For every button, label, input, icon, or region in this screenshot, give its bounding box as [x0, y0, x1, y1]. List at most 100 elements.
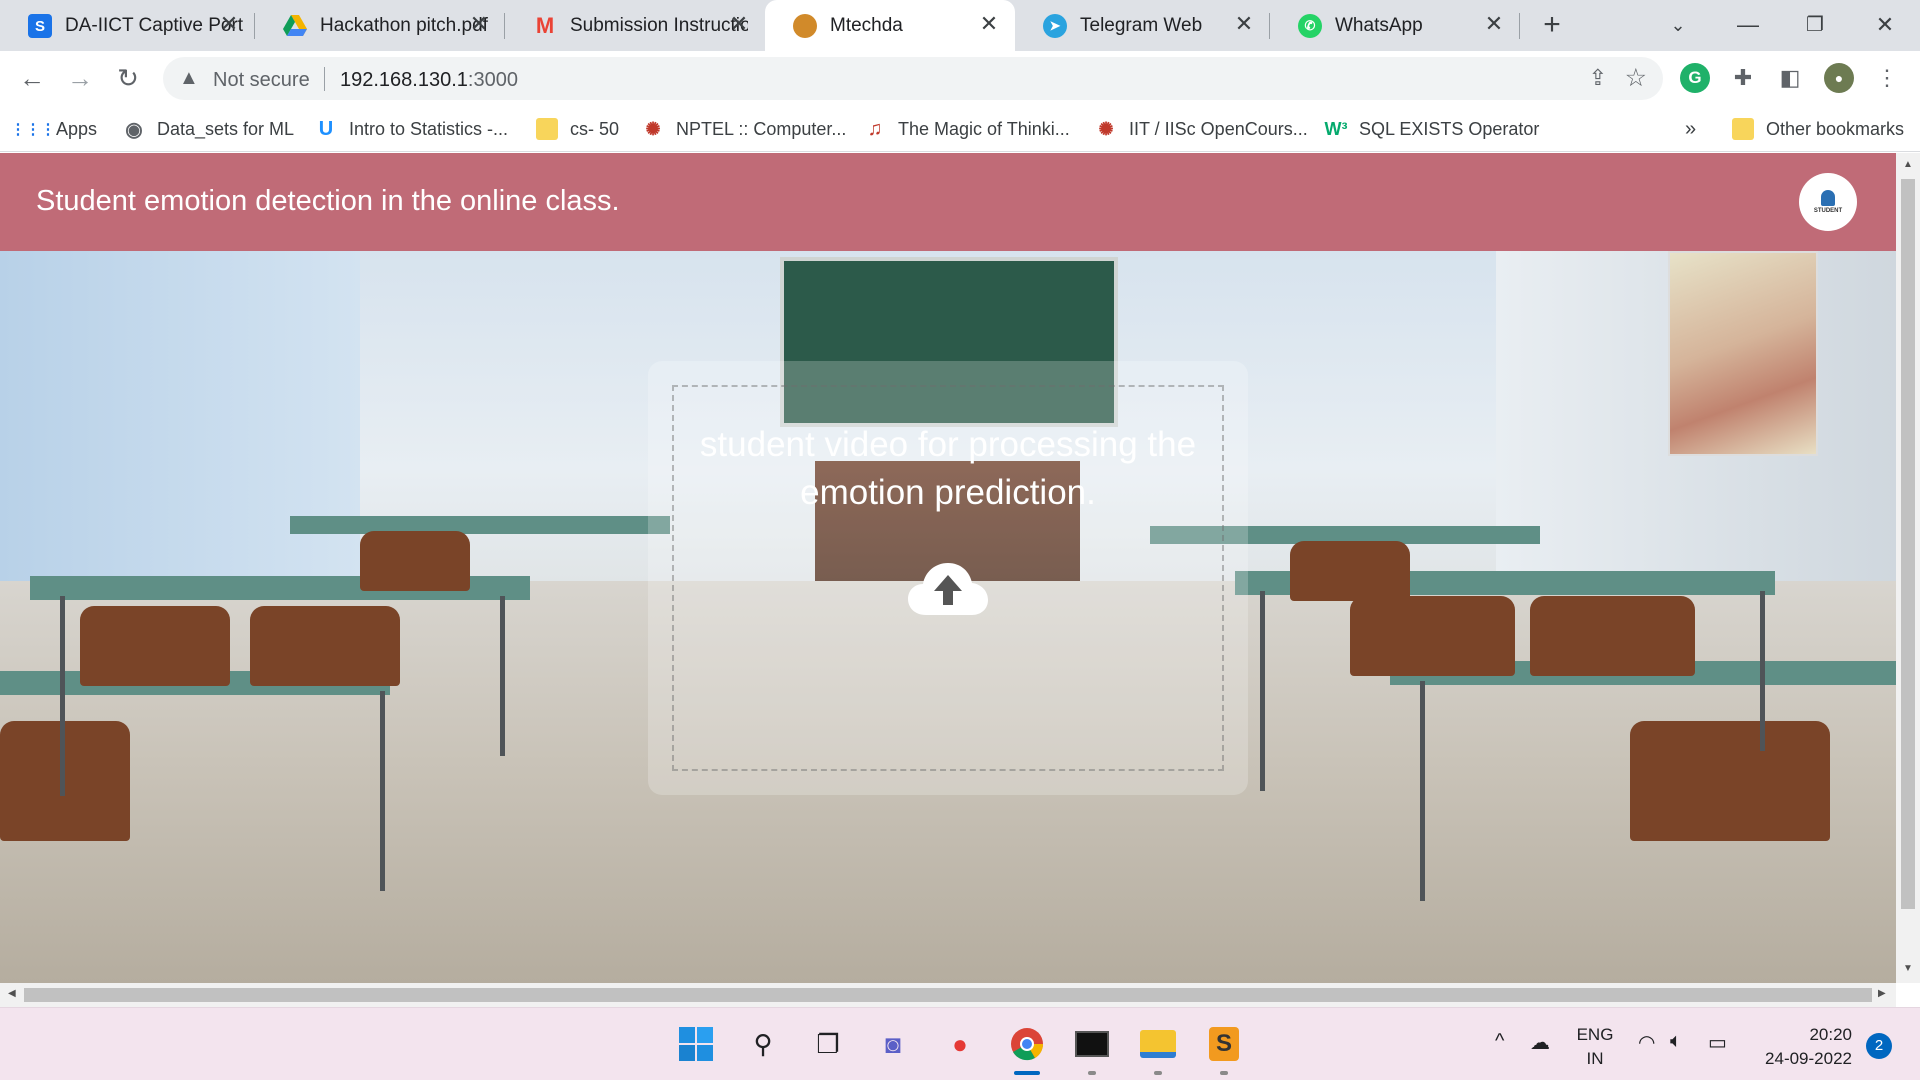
bookmark-datasets[interactable]: ◉ Data_sets for ML [123, 116, 294, 142]
wifi-icon[interactable]: ◠ [1638, 1030, 1655, 1055]
site-icon [793, 14, 817, 38]
bookmark-iit-opencourseware[interactable]: ✺ IIT / IISc OpenCours... [1095, 116, 1308, 142]
chair [1630, 721, 1830, 841]
input-language-indicator[interactable]: ENG IN [1575, 1023, 1615, 1071]
share-icon[interactable]: ⇪ [1589, 65, 1607, 91]
apps-grid-icon: ⋮⋮⋮ [10, 121, 56, 138]
desk-leg [500, 596, 505, 756]
student-logo-icon [1821, 190, 1835, 206]
tab-separator [1519, 13, 1520, 39]
bookmark-label: IIT / IISc OpenCours... [1129, 118, 1308, 139]
tab-hackathon-pitch[interactable]: Hackathon pitch.pdf ✕ [255, 0, 505, 51]
scrollbar-thumb[interactable] [1901, 179, 1915, 909]
bookmark-magic-thinking[interactable]: ♫ The Magic of Thinki... [864, 116, 1070, 142]
tab-captive-portal[interactable]: S DA-IICT Captive Portal ✕ [0, 0, 255, 51]
windows-taskbar: ⚲ ❐ ◙ ● S ^ ☁ ENG IN ◠ 🔈︎ ▭ 20:20 24-09-… [0, 1007, 1920, 1080]
app-logo[interactable]: STUDENT [1799, 173, 1857, 231]
close-icon[interactable]: ✕ [977, 12, 1001, 36]
chair [1350, 596, 1515, 676]
menu-kebab-icon[interactable]: ⋮ [1872, 63, 1902, 93]
terminal-icon[interactable] [1072, 1024, 1112, 1064]
s-logo-icon: S [28, 14, 52, 38]
extensions-puzzle-icon[interactable]: ✚ [1728, 63, 1758, 93]
running-app-indicator [1154, 1071, 1162, 1075]
battery-icon[interactable]: ▭ [1708, 1030, 1727, 1055]
bookmarks-overflow-button[interactable]: » [1685, 116, 1696, 142]
close-icon[interactable]: ✕ [1482, 12, 1506, 36]
system-clock[interactable]: 20:20 24-09-2022 [1756, 1023, 1852, 1071]
close-icon[interactable]: ✕ [467, 12, 491, 36]
warning-icon[interactable]: ▲ [179, 67, 199, 90]
bookmark-cs50[interactable]: cs- 50 [536, 116, 619, 142]
folder-icon [536, 118, 558, 140]
tab-mtechda[interactable]: Mtechda ✕ [765, 0, 1015, 51]
bookmark-label: Data_sets for ML [157, 118, 295, 139]
close-icon[interactable]: ✕ [1232, 12, 1256, 36]
tomato-app-icon[interactable]: ● [940, 1024, 980, 1064]
bookmarks-bar: ⋮⋮⋮ Apps ◉ Data_sets for ML U Intro to S… [0, 106, 1920, 152]
task-view-icon[interactable]: ❐ [808, 1024, 848, 1064]
forward-arrow-icon[interactable]: → [63, 61, 97, 95]
close-window-button[interactable]: ✕ [1860, 8, 1910, 42]
back-arrow-icon[interactable]: ← [15, 61, 49, 95]
bookmark-nptel[interactable]: ✺ NPTEL :: Computer... [642, 116, 846, 142]
minimize-button[interactable]: — [1723, 8, 1773, 42]
scroll-right-icon[interactable]: ▶ [1878, 988, 1886, 999]
notification-badge[interactable]: 2 [1866, 1033, 1892, 1059]
cloud-upload-icon[interactable] [908, 563, 988, 617]
close-icon[interactable]: ✕ [217, 12, 241, 36]
bookmark-apps[interactable]: ⋮⋮⋮ Apps [10, 116, 98, 142]
chrome-icon[interactable] [1007, 1024, 1047, 1064]
browser-toolbar: ← → ↻ ▲ Not secure 192.168.130.1:3000 ⇪ … [0, 51, 1920, 106]
url-port: :3000 [467, 69, 518, 91]
tab-whatsapp[interactable]: ✆ WhatsApp ✕ [1270, 0, 1520, 51]
close-icon[interactable]: ✕ [727, 12, 751, 36]
horizontal-scrollbar[interactable]: ◀ ▶ [0, 983, 1896, 1007]
tab-submission-instructions[interactable]: M Submission Instructions ✕ [505, 0, 765, 51]
upload-instructions: student video for processing the emotion… [699, 425, 1197, 512]
tab-search-chevron-icon[interactable]: ⌄ [1653, 8, 1703, 42]
desk-leg [1420, 681, 1425, 901]
new-tab-button[interactable]: + [1535, 9, 1569, 43]
teams-chat-icon[interactable]: ◙ [873, 1024, 913, 1064]
bookmark-star-icon[interactable]: ☆ [1625, 63, 1647, 93]
show-hidden-icons-chevron-icon[interactable]: ^ [1495, 1030, 1504, 1053]
classroom-background-image: student video for processing the emotion… [0, 251, 1896, 983]
desk-leg [1260, 591, 1265, 791]
scroll-left-icon[interactable]: ◀ [8, 988, 16, 999]
onedrive-cloud-icon[interactable]: ☁ [1530, 1030, 1550, 1055]
lang-region: IN [1586, 1049, 1604, 1068]
reload-icon[interactable]: ↻ [111, 61, 145, 95]
lang-primary: ENG [1576, 1025, 1614, 1044]
bookmark-sql-exists[interactable]: W³ SQL EXISTS Operator [1325, 116, 1540, 142]
address-bar[interactable]: ▲ Not secure 192.168.130.1:3000 ⇪ ☆ [163, 57, 1663, 100]
side-panel-icon[interactable]: ◧ [1775, 63, 1805, 93]
scrollbar-thumb[interactable] [24, 988, 1872, 1002]
video-upload-dropzone[interactable]: student video for processing the emotion… [648, 361, 1248, 795]
scroll-down-icon[interactable]: ▼ [1901, 963, 1915, 974]
sublime-text-icon[interactable]: S [1204, 1024, 1244, 1064]
volume-icon[interactable]: 🔈︎ [1670, 1030, 1682, 1053]
security-status[interactable]: Not secure [213, 69, 310, 92]
tab-title: Submission Instructions [570, 15, 748, 36]
grammarly-extension-icon[interactable]: G [1680, 63, 1710, 93]
url-text[interactable]: 192.168.130.1:3000 [340, 69, 518, 92]
chair [250, 606, 400, 686]
tab-telegram[interactable]: ➤ Telegram Web ✕ [1015, 0, 1270, 51]
search-icon[interactable]: ⚲ [743, 1024, 783, 1064]
gmail-icon: M [535, 13, 555, 38]
vertical-scrollbar[interactable]: ▲ ▼ [1896, 153, 1920, 983]
other-bookmarks[interactable]: Other bookmarks [1732, 116, 1904, 142]
telegram-icon: ➤ [1043, 14, 1067, 38]
restore-button[interactable]: ❐ [1790, 8, 1840, 42]
windows-start-icon[interactable] [676, 1024, 716, 1064]
bookmark-intro-statistics[interactable]: U Intro to Statistics -... [315, 116, 508, 142]
tab-strip: S DA-IICT Captive Portal ✕ Hackathon pit… [0, 0, 1920, 51]
bookmark-label: The Magic of Thinki... [898, 118, 1070, 139]
chair [1290, 541, 1410, 601]
chair [0, 721, 130, 841]
scroll-up-icon[interactable]: ▲ [1901, 159, 1915, 170]
folder-icon [1732, 118, 1754, 140]
file-explorer-icon[interactable] [1138, 1024, 1178, 1064]
profile-avatar[interactable]: ● [1824, 63, 1854, 93]
